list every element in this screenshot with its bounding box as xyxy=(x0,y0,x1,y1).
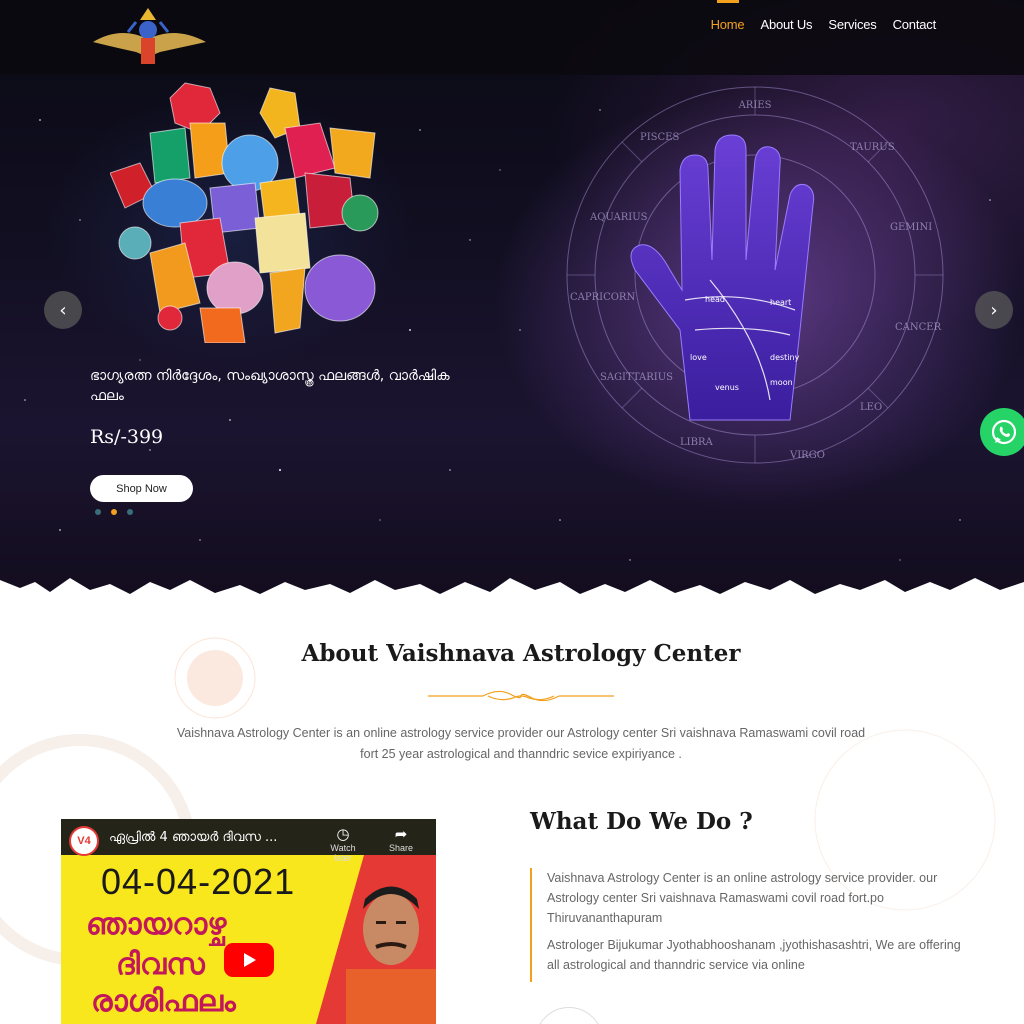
slide-price: Rs/-399 xyxy=(90,426,164,448)
video-title[interactable]: ഏപ്രിൽ 4 ഞായർ ദിവസ ... xyxy=(109,830,277,845)
svg-text:heart: heart xyxy=(770,298,791,307)
chevron-right-icon: › xyxy=(990,299,998,321)
svg-text:moon: moon xyxy=(770,378,793,387)
gemstones-image xyxy=(110,82,379,343)
slider-prev-button[interactable]: ‹ xyxy=(44,291,82,329)
thumbnail-line-1: ഞായറാഴ്ച xyxy=(86,907,227,942)
thumbnail-date: 04-04-2021 xyxy=(101,861,296,902)
slider-pagination xyxy=(95,509,133,515)
video-title-bar: V4 ഏപ്രിൽ 4 ഞായർ ദിവസ ... ◷ Watch later … xyxy=(61,819,436,863)
shop-now-button[interactable]: Shop Now xyxy=(90,475,193,502)
svg-text:LEO: LEO xyxy=(860,402,882,413)
palmistry-hand-image: head heart destiny love venus moon xyxy=(630,134,815,421)
share-button[interactable]: ➦ Share xyxy=(379,826,423,854)
nav-about-us[interactable]: About Us xyxy=(752,17,820,32)
play-icon xyxy=(244,953,256,967)
svg-text:VIRGO: VIRGO xyxy=(789,450,825,461)
chevron-left-icon: ‹ xyxy=(59,299,67,321)
nav-contact[interactable]: Contact xyxy=(885,17,944,32)
thumbnail-line-3: രാശിഫലം xyxy=(91,984,236,1019)
channel-logo[interactable]: V4 xyxy=(69,826,99,856)
svg-text:destiny: destiny xyxy=(770,353,800,362)
what-we-do-title: What Do We Do ? xyxy=(530,808,753,835)
top-navigation-bar: Home About Us Services Contact xyxy=(0,0,1024,75)
hero-slider: ARIES TAURUS GEMINI CANCER LEO VIRGO PIS… xyxy=(0,0,1024,615)
main-menu: Home About Us Services Contact xyxy=(703,0,944,32)
whatsapp-chat-button[interactable] xyxy=(980,408,1024,456)
youtube-play-button[interactable] xyxy=(224,943,274,977)
svg-text:head: head xyxy=(705,295,725,304)
slider-dot[interactable] xyxy=(127,509,133,515)
about-description: Vaishnava Astrology Center is an online … xyxy=(176,726,866,761)
svg-text:TAURUS: TAURUS xyxy=(850,142,895,153)
nav-home[interactable]: Home xyxy=(703,0,753,32)
svg-text:GEMINI: GEMINI xyxy=(890,222,932,233)
slider-dot-active[interactable] xyxy=(111,509,117,515)
presenter-photo xyxy=(346,886,436,1024)
svg-text:love: love xyxy=(690,353,707,362)
about-title: About Vaishnava Astrology Center xyxy=(301,640,741,667)
slider-next-button[interactable]: › xyxy=(975,291,1013,329)
torn-paper-edge xyxy=(0,578,1024,615)
slider-dot[interactable] xyxy=(95,509,101,515)
svg-text:CANCER: CANCER xyxy=(895,322,942,333)
thumbnail-line-2: ദിവസ xyxy=(116,947,205,982)
svg-text:LIBRA: LIBRA xyxy=(680,437,713,448)
ornamental-divider xyxy=(428,690,614,702)
clock-icon: ◷ xyxy=(336,826,350,843)
what-we-do-content: Vaishnava Astrology Center is an online … xyxy=(530,868,970,982)
svg-text:venus: venus xyxy=(715,383,739,392)
site-logo[interactable] xyxy=(88,2,208,72)
share-icon: ➦ xyxy=(394,826,408,843)
what-we-do-paragraph-2: Astrologer Bijukumar Jyothabhooshanam ,j… xyxy=(547,938,961,972)
youtube-video-embed[interactable]: V4 ഏപ്രിൽ 4 ഞായർ ദിവസ ... ◷ Watch later … xyxy=(61,819,436,1024)
nav-services[interactable]: Services xyxy=(820,17,884,32)
whatsapp-icon xyxy=(991,419,1017,445)
slide-caption: ഭാഗ്യരത്ന നിർദ്ദേശം, സംഖ്യാശാസ്ത്ര ഫലങ്ങ… xyxy=(90,368,450,404)
watch-later-button[interactable]: ◷ Watch later xyxy=(321,826,365,864)
what-we-do-paragraph-1: Vaishnava Astrology Center is an online … xyxy=(547,871,938,925)
svg-text:ARIES: ARIES xyxy=(738,100,772,111)
